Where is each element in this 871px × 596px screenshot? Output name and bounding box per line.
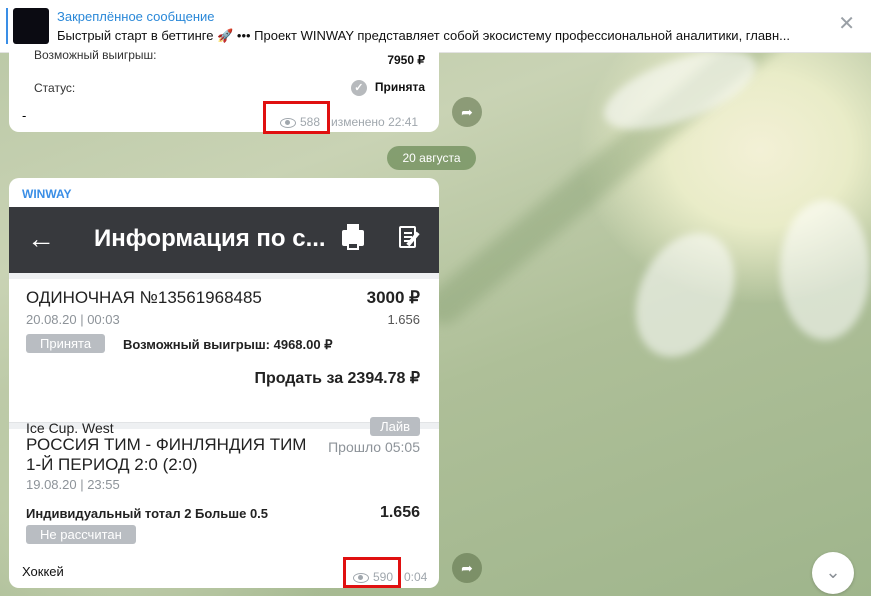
live-badge: Лайв bbox=[370, 417, 420, 436]
bet-screenshot-fragment: Возможный выигрыш: 7950 ₽ Статус: ✓ Приня… bbox=[21, 48, 433, 102]
chevron-down-icon: ⌄ bbox=[825, 562, 841, 582]
app-header: ← Информация по с... bbox=[9, 207, 439, 273]
scroll-down-button[interactable]: ⌄ bbox=[812, 552, 854, 594]
print-icon bbox=[342, 224, 364, 250]
status-value: Принята bbox=[374, 80, 425, 95]
bet-screenshot[interactable]: ← Информация по с... ОДИНОЧНАЯ №13561968… bbox=[9, 207, 439, 562]
status-value-wrap: ✓ Принята bbox=[350, 80, 425, 96]
pinned-title: Закреплённое сообщение bbox=[57, 9, 215, 24]
bet-odds: 1.656 bbox=[387, 312, 420, 327]
background-petal bbox=[780, 200, 870, 340]
message-time: 0:04 bbox=[404, 570, 428, 584]
pinned-thumbnail bbox=[13, 8, 49, 44]
bet-summary-card: ОДИНОЧНАЯ №13561968485 3000 ₽ 20.08.20 |… bbox=[9, 279, 439, 423]
pinned-accent-line bbox=[6, 8, 8, 44]
event-card: Ice Cup. West Лайв РОССИЯ ТИМ - ФИНЛЯНДИ… bbox=[9, 417, 439, 562]
potential-win-label: Возможный выигрыш: bbox=[34, 48, 157, 62]
bet-amount: 3000 ₽ bbox=[366, 288, 420, 307]
share-icon[interactable]: ➦ bbox=[452, 97, 482, 127]
match-datetime: 19.08.20 | 23:55 bbox=[26, 477, 120, 492]
pinned-message-bar[interactable]: Закреплённое сообщение Быстрый старт в б… bbox=[0, 0, 871, 53]
match-name: РОССИЯ ТИМ - ФИНЛЯНДИЯ ТИМ bbox=[26, 435, 307, 454]
potential-win-value: 7950 ₽ bbox=[387, 53, 425, 67]
potential-win: Возможный выигрыш: 4968.00 ₽ bbox=[123, 337, 333, 352]
sender-name[interactable]: WINWAY bbox=[22, 187, 72, 201]
status-label: Статус: bbox=[34, 81, 76, 95]
close-icon[interactable]: ✕ bbox=[838, 14, 855, 34]
views-highlight-box bbox=[263, 101, 330, 134]
elapsed-time: Прошло 05:05 bbox=[328, 439, 420, 455]
message-caption: Хоккей bbox=[22, 564, 64, 579]
status-badge: Принята bbox=[26, 334, 106, 353]
app-header-title: Информация по с... bbox=[94, 225, 326, 252]
check-icon: ✓ bbox=[350, 80, 367, 96]
period-score: 1-Й ПЕРИОД 2:0 (2:0) bbox=[26, 455, 198, 474]
back-arrow-icon: ← bbox=[27, 223, 55, 254]
share-icon[interactable]: ➦ bbox=[452, 553, 482, 583]
market-odds: 1.656 bbox=[379, 504, 420, 521]
message-bubble[interactable]: WINWAY ← Информация по с... ОДИНОЧНАЯ №1… bbox=[9, 178, 439, 588]
bet-title: ОДИНОЧНАЯ №13561968485 bbox=[26, 288, 262, 307]
result-badge: Не рассчитан bbox=[26, 525, 136, 544]
bet-datetime: 20.08.20 | 00:03 bbox=[26, 312, 120, 327]
message-caption: - bbox=[22, 108, 27, 123]
league-name: Ice Cup. West bbox=[26, 420, 114, 436]
edited-label: изменено 22:41 bbox=[331, 115, 419, 129]
message-bubble[interactable]: Возможный выигрыш: 7950 ₽ Статус: ✓ Приня… bbox=[9, 48, 439, 132]
pinned-preview-text: Быстрый старт в беттинге 🚀 ••• Проект WI… bbox=[57, 28, 790, 43]
sell-for: Продать за 2394.78 ₽ bbox=[254, 370, 420, 387]
date-separator: 20 августа bbox=[387, 146, 476, 170]
edit-document-icon bbox=[399, 226, 416, 248]
background-petal bbox=[616, 217, 754, 373]
market-name: Индивидуальный тотал 2 Больше 0.5 bbox=[26, 506, 269, 521]
views-highlight-box bbox=[343, 557, 401, 588]
